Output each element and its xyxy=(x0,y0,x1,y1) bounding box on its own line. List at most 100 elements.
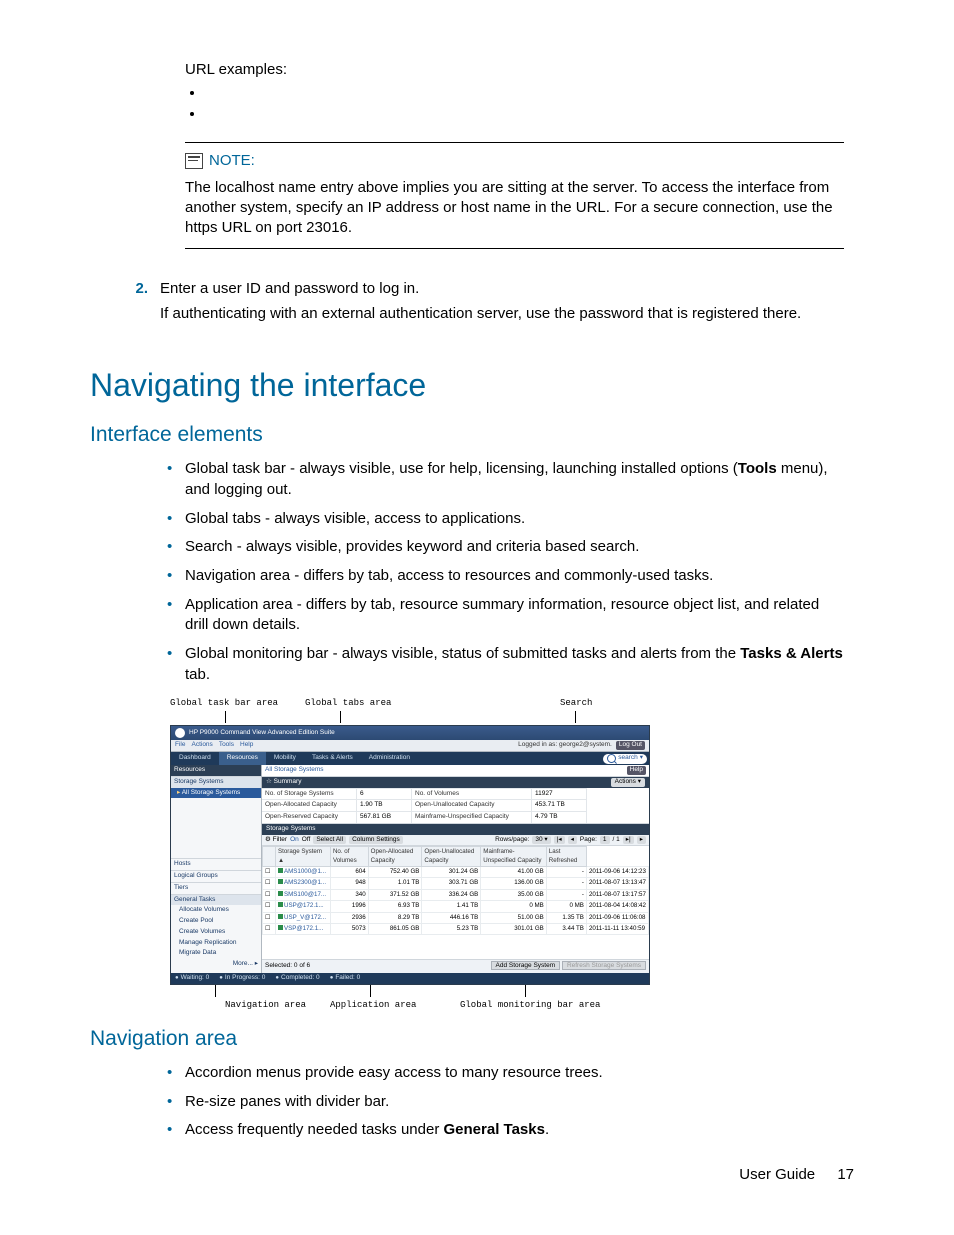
label-navigation-area: Navigation area xyxy=(225,999,306,1011)
summary-label: Open-Reserved Capacity xyxy=(262,811,357,823)
tab-dashboard[interactable]: Dashboard xyxy=(171,752,219,765)
nav-general-tasks[interactable]: General Tasks xyxy=(171,894,261,906)
column-settings-button[interactable]: Column Settings xyxy=(349,836,403,845)
summary-value: 11927 xyxy=(532,788,587,800)
interface-elements-list: Global task bar - always visible, use fo… xyxy=(185,459,844,685)
tab-mobility[interactable]: Mobility xyxy=(266,752,304,765)
list-item: Navigation area - differs by tab, access… xyxy=(185,566,844,587)
label-global-task-bar: Global task bar area xyxy=(170,697,278,709)
page-next-button[interactable]: ▸| xyxy=(623,836,634,845)
table-row[interactable]: ☐USP_V@172...29368.29 TB446.16 TB51.00 G… xyxy=(263,912,649,923)
select-all-button[interactable]: Select All xyxy=(313,836,346,845)
nav-task[interactable]: Create Pool xyxy=(171,916,261,927)
summary-value: 1.90 TB xyxy=(357,799,412,811)
summary-value: 453.71 TB xyxy=(532,799,587,811)
navigation-area-list: Accordion menus provide easy access to m… xyxy=(185,1063,844,1141)
page-footer: User Guide 17 xyxy=(739,1165,854,1185)
add-storage-system-button[interactable]: Add Storage System xyxy=(491,961,561,970)
nav-task[interactable]: Migrate Data xyxy=(171,948,261,959)
search-box[interactable]: search ▾ xyxy=(603,754,647,764)
column-header[interactable]: Open-Allocated Capacity xyxy=(368,847,422,867)
list-item: Re-size panes with divider bar. xyxy=(185,1092,844,1113)
table-row[interactable]: ☐SMS100@17...340371.52 GB336.24 GB35.00 … xyxy=(263,889,649,900)
tab-resources[interactable]: Resources xyxy=(219,752,266,765)
nav-task[interactable]: Allocate Volumes xyxy=(171,905,261,916)
step-number: 2. xyxy=(130,279,148,328)
summary-label: Open-Unallocated Capacity xyxy=(412,799,532,811)
note-icon xyxy=(185,153,203,169)
window-title: HP P9000 Command View Advanced Edition S… xyxy=(189,729,335,738)
rows-per-page-select[interactable]: 30 ▾ xyxy=(532,836,550,845)
column-header[interactable]: Open-Unallocated Capacity xyxy=(422,847,481,867)
menubar: File Actions Tools Help Logged in as: ge… xyxy=(171,740,649,752)
filter-off[interactable]: Off xyxy=(302,836,311,845)
list-item: Application area - differs by tab, resou… xyxy=(185,595,844,636)
note-block: NOTE: The localhost name entry above imp… xyxy=(185,151,844,238)
column-header[interactable]: Mainframe-Unspecified Capacity xyxy=(481,847,546,867)
summary-header: ☆ Summary xyxy=(266,778,301,787)
step-2: 2. Enter a user ID and password to log i… xyxy=(130,279,844,328)
page: URL examples: NOTE: The localhost name e… xyxy=(0,0,954,1235)
nav-group[interactable]: Logical Groups xyxy=(171,870,261,882)
nav-storage-systems[interactable]: Storage Systems xyxy=(171,776,261,788)
nav-task[interactable]: Create Volumes xyxy=(171,927,261,938)
filter-on[interactable]: On xyxy=(290,836,299,845)
nav-all-storage-systems[interactable]: ▸ All Storage Systems xyxy=(171,788,261,799)
page-label: Page: xyxy=(580,836,597,845)
list-item: Accordion menus provide easy access to m… xyxy=(185,1063,844,1084)
column-header[interactable]: Last Refreshed xyxy=(546,847,586,867)
menu-tools[interactable]: Tools xyxy=(219,741,234,750)
nav-more[interactable]: More... ▸ xyxy=(171,959,261,970)
summary-value: 6 xyxy=(357,788,412,800)
monitor-status[interactable]: Failed: 0 xyxy=(330,974,361,983)
summary-label: Open-Allocated Capacity xyxy=(262,799,357,811)
hp-logo-icon xyxy=(175,728,185,738)
screenshot: HP P9000 Command View Advanced Edition S… xyxy=(170,725,650,984)
menu-actions[interactable]: Actions xyxy=(191,741,212,750)
menu-file[interactable]: File xyxy=(175,741,185,750)
actions-button[interactable]: Actions ▾ xyxy=(611,778,645,787)
nav-group[interactable]: Tiers xyxy=(171,882,261,894)
monitor-status[interactable]: Waiting: 0 xyxy=(175,974,209,983)
page-last-button[interactable]: ▸ xyxy=(637,836,646,845)
page-total: / 1 xyxy=(613,836,620,845)
breadcrumb: All Storage Systems xyxy=(265,766,324,775)
table-row[interactable]: ☐VSP@172.1...5073861.05 GB5.23 TB301.01 … xyxy=(263,923,649,934)
storage-systems-header: Storage Systems xyxy=(262,824,649,835)
tab-administration[interactable]: Administration xyxy=(361,752,418,765)
footer-page-number: 17 xyxy=(837,1166,854,1183)
menu-help[interactable]: Help xyxy=(240,741,253,750)
summary-grid: No. of Storage Systems6No. of Volumes119… xyxy=(262,788,649,824)
step-line-1: Enter a user ID and password to log in. xyxy=(160,279,801,299)
logout-button[interactable]: Log Out xyxy=(616,741,645,750)
tab-tasks-alerts[interactable]: Tasks & Alerts xyxy=(304,752,361,765)
list-item: Global tabs - always visible, access to … xyxy=(185,509,844,530)
logged-in-label: Logged in as: george2@system. xyxy=(518,741,612,750)
search-dropdown-icon[interactable]: ▾ xyxy=(640,754,643,763)
summary-label: Mainframe-Unspecified Capacity xyxy=(412,811,532,823)
page-prev-button[interactable]: ◂ xyxy=(568,836,577,845)
nav-group[interactable]: Hosts xyxy=(171,858,261,870)
refresh-storage-systems-button[interactable]: Refresh Storage Systems xyxy=(562,961,646,970)
table-toolbar: ⚙ Filter On Off Select All Column Settin… xyxy=(262,835,649,847)
help-button[interactable]: Help xyxy=(627,766,646,775)
table-row[interactable]: ☐USP@172.1...19966.93 TB1.41 TB0 MB0 MB2… xyxy=(263,901,649,912)
search-placeholder: search xyxy=(618,754,638,763)
label-monitoring-bar: Global monitoring bar area xyxy=(460,999,600,1011)
column-header[interactable]: No. of Volumes xyxy=(330,847,368,867)
list-item: Global monitoring bar - always visible, … xyxy=(185,644,844,685)
heading-navigating: Navigating the interface xyxy=(90,364,844,407)
page-input[interactable]: 1 xyxy=(600,836,610,845)
selection-count: Selected: 0 of 6 xyxy=(265,962,310,971)
monitor-status[interactable]: In Progress: 0 xyxy=(219,974,265,983)
summary-label: No. of Storage Systems xyxy=(262,788,357,800)
label-search: Search xyxy=(560,697,592,709)
table-row[interactable]: ☐AMS1000@1...604752.40 GB301.24 GB41.00 … xyxy=(263,867,649,878)
monitor-status[interactable]: Completed: 0 xyxy=(275,974,319,983)
page-first-button[interactable]: |◂ xyxy=(554,836,565,845)
summary-value: 567.81 GB xyxy=(357,811,412,823)
list-item: Search - always visible, provides keywor… xyxy=(185,537,844,558)
table-row[interactable]: ☐AMS2300@1...9481.01 TB303.71 GB136.00 G… xyxy=(263,878,649,889)
nav-task[interactable]: Manage Replication xyxy=(171,938,261,949)
column-header[interactable]: Storage System ▲ xyxy=(276,847,331,867)
